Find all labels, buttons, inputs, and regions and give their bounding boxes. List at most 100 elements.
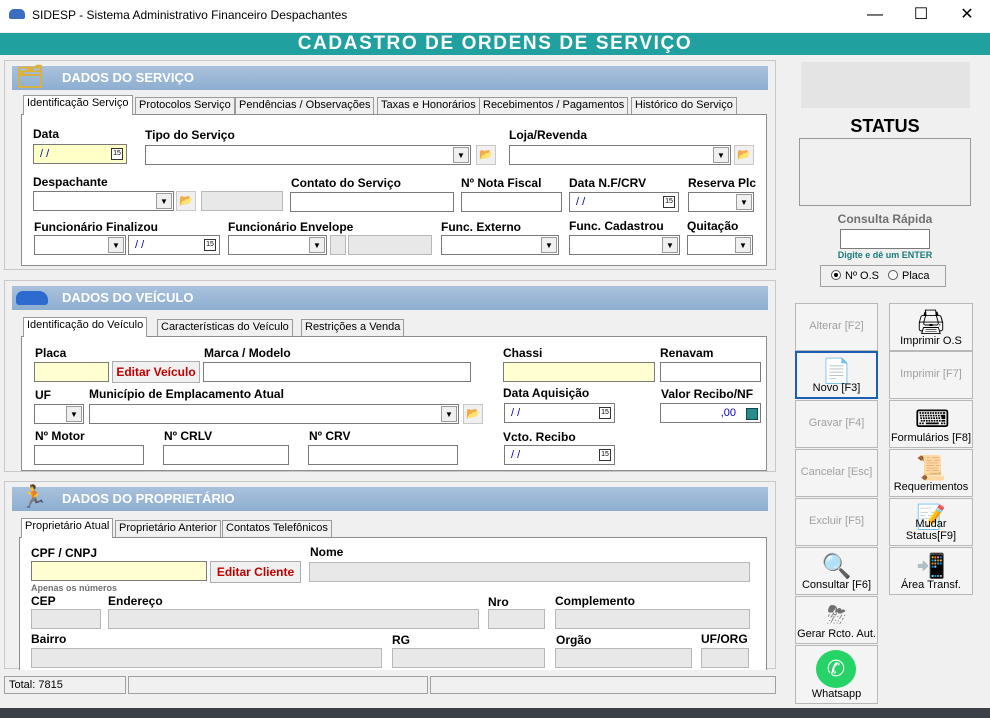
contato-label: Contato do Serviço [291,176,402,190]
chevron-down-icon[interactable]: ▼ [309,237,325,253]
crlv-field[interactable] [163,445,289,465]
chevron-down-icon[interactable]: ▼ [541,237,557,253]
minimize-button[interactable]: — [852,0,898,32]
chevron-down-icon[interactable]: ▼ [108,237,124,253]
despachante-search-button[interactable]: 📂 [176,191,196,211]
mudar-status-button[interactable]: 📝 Mudar Status[F9] [889,498,973,546]
imprimir-os-button[interactable]: 🖨 Imprimir O.S [889,303,973,351]
data-nf-field[interactable]: / / 15 [569,192,679,212]
tab-taxas[interactable]: Taxas e Honorários [377,97,480,114]
reserva-select[interactable]: ▼ [688,192,754,212]
radio-os[interactable]: Nº O.S [831,270,879,282]
chevron-down-icon[interactable]: ▼ [713,147,729,163]
radio-os-label: Nº O.S [845,270,879,282]
chevron-down-icon[interactable]: ▼ [453,147,469,163]
calendar-icon[interactable]: 15 [599,449,611,461]
chevron-down-icon[interactable]: ▼ [736,194,752,210]
calendar-icon[interactable]: 15 [663,196,675,208]
cancelar-button[interactable]: Cancelar [Esc] [795,449,878,497]
tipo-search-button[interactable]: 📂 [476,145,496,165]
imprimir-button[interactable]: Imprimir [F7] [889,351,973,399]
area-transf-button[interactable]: 📲 Área Transf. [889,547,973,595]
radio-placa[interactable]: Placa [888,270,930,282]
tab-proprietario-anterior[interactable]: Proprietário Anterior [115,520,221,537]
transfer-icon: 📲 [916,553,946,580]
chevron-down-icon[interactable]: ▼ [662,237,678,253]
tipo-select[interactable]: ▼ [145,145,471,165]
contato-field[interactable] [290,192,454,212]
consultar-button[interactable]: 🔍 Consultar [F6] [795,547,878,595]
chevron-down-icon[interactable]: ▼ [66,406,82,422]
despachante-select[interactable]: ▼ [33,191,174,211]
tab-caracteristicas[interactable]: Características do Veículo [157,319,293,336]
complemento-field [555,609,750,629]
editar-cliente-button[interactable]: Editar Cliente [210,561,301,583]
uforg-label: UF/ORG [701,632,748,646]
data-field[interactable]: / / 15 [33,144,127,164]
chevron-down-icon[interactable]: ▼ [441,406,457,422]
cpf-field[interactable] [31,561,207,581]
whatsapp-icon: ✆ [816,650,856,688]
func-cadastrou-select[interactable]: ▼ [569,235,680,255]
loja-search-button[interactable]: 📂 [734,145,754,165]
chevron-down-icon[interactable]: ▼ [735,237,751,253]
crv-field[interactable] [308,445,458,465]
tab-contatos[interactable]: Contatos Telefônicos [222,520,332,537]
func-finalizou-label: Funcionário Finalizou [34,220,158,234]
func-externo-select[interactable]: ▼ [441,235,559,255]
tab-historico[interactable]: Histórico do Serviço [631,97,737,114]
whatsapp-button[interactable]: ✆ Whatsapp [795,645,878,704]
tab-restricoes[interactable]: Restrições a Venda [301,319,405,336]
func-finalizou-select[interactable]: ▼ [34,235,126,255]
formularios-button[interactable]: ⌨ Formulários [F8] [889,400,973,448]
motor-field[interactable] [34,445,144,465]
loja-select[interactable]: ▼ [509,145,731,165]
calendar-icon[interactable]: 15 [204,239,216,251]
consulta-input[interactable] [840,229,930,249]
municipio-search-button[interactable]: 📂 [463,404,483,424]
maximize-button[interactable]: ☐ [898,0,944,32]
excluir-button[interactable]: Excluir [F5] [795,498,878,546]
total-count: Total: 7815 [4,676,126,694]
calendar-icon[interactable]: 15 [111,148,123,160]
gravar-button[interactable]: Gravar [F4] [795,400,878,448]
novo-button[interactable]: 📄 Novo [F3] [795,351,878,399]
motor-label: Nº Motor [35,429,85,443]
gravar-label: Gravar [F4] [808,417,865,429]
requerimentos-button[interactable]: 📜 Requerimentos [889,449,973,497]
vcto-field[interactable]: / / 15 [504,445,615,465]
marca-field[interactable] [203,362,471,382]
novo-label: Novo [F3] [812,382,861,394]
renavam-label: Renavam [660,346,714,360]
municipio-select[interactable]: ▼ [89,404,459,424]
calendar-icon[interactable]: 15 [599,407,611,419]
close-button[interactable]: ✕ [944,0,990,32]
photo-placeholder [801,62,970,108]
tab-protocolos[interactable]: Protocolos Serviço [135,97,235,114]
consulta-label: Consulta Rápida [837,212,933,226]
chevron-down-icon[interactable]: ▼ [156,193,172,209]
tab-recebimentos[interactable]: Recebimentos / Pagamentos [479,97,629,114]
data-nf-label: Data N.F/CRV [569,176,647,190]
editar-veiculo-button[interactable]: Editar Veículo [112,361,200,383]
cpf-label: CPF / CNPJ [31,546,98,560]
tab-proprietario-atual[interactable]: Proprietário Atual [21,518,114,538]
cancelar-label: Cancelar [Esc] [800,466,873,478]
calculator-icon[interactable] [746,408,758,420]
tab-pendencias[interactable]: Pendências / Observações [235,97,375,114]
data-aquisicao-field[interactable]: / / 15 [504,403,615,423]
tab-identificacao-veiculo[interactable]: Identificação do Veículo [23,317,148,337]
func-finalizou-date[interactable]: / / 15 [128,235,220,255]
quitacao-select[interactable]: ▼ [687,235,753,255]
mudar-status-label: Mudar Status[F9] [905,518,957,542]
placa-field[interactable] [34,362,109,382]
nota-field[interactable] [461,192,562,212]
func-envelope-select[interactable]: ▼ [228,235,327,255]
alterar-button[interactable]: Alterar [F2] [795,303,878,351]
tab-identificacao-servico[interactable]: Identificação Serviço [23,95,133,115]
uf-select[interactable]: ▼ [34,404,84,424]
status-box [799,138,971,206]
gerar-rcto-button[interactable]: ⛈ Gerar Rcto. Aut. [795,596,878,644]
chassi-field[interactable] [503,362,655,382]
renavam-field[interactable] [660,362,761,382]
